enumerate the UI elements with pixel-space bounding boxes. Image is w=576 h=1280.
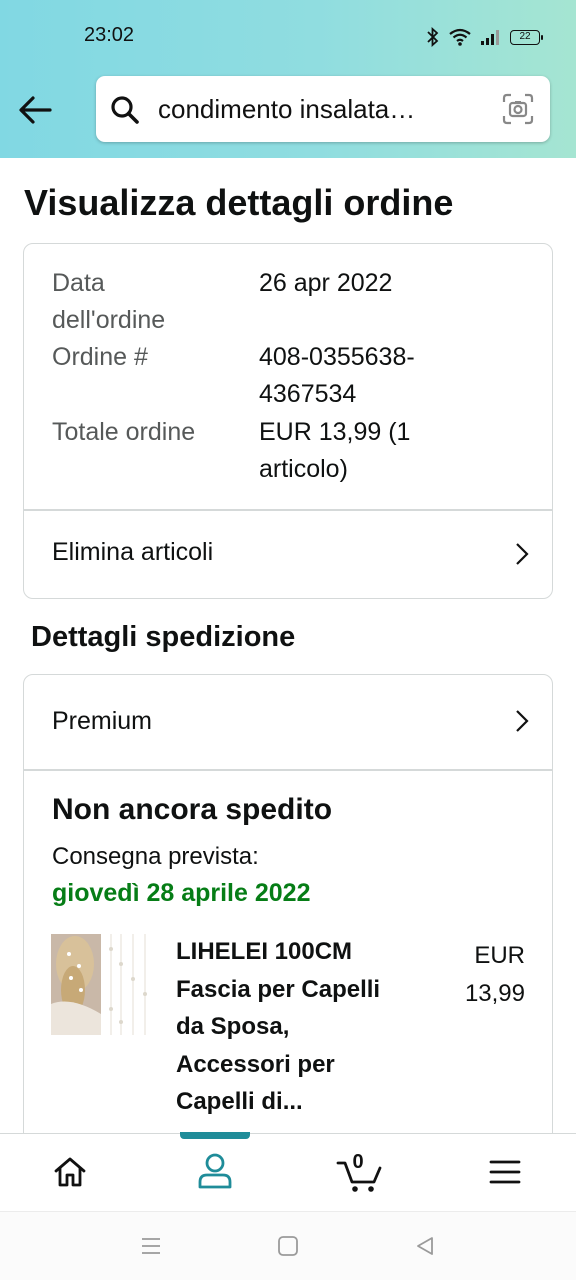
order-summary-card: Data dell'ordine 26 apr 2022 Ordine # 40… [23, 243, 553, 599]
price-amount: 13,99 [464, 979, 525, 1007]
order-total-value: EUR 13,99 (1 [259, 418, 411, 446]
account-icon [198, 1153, 232, 1189]
nav-home[interactable] [0, 1134, 144, 1212]
product-price: EUR 13,99 [465, 937, 525, 1012]
nav-menu[interactable] [432, 1134, 576, 1212]
shipping-section-title: Dettagli spedizione [31, 621, 296, 653]
delete-items-label: Elimina articoli [52, 538, 214, 566]
order-date-value: 26 apr 2022 [259, 269, 393, 297]
cart-icon [336, 1161, 382, 1192]
order-total-value-line2: articolo) [259, 455, 348, 483]
status-time: 23:02 [84, 24, 135, 46]
signal-icon [481, 30, 499, 45]
shipping-card: Premium Non ancora spedito Consegna prev… [23, 674, 553, 1194]
menu-icon [489, 1160, 521, 1184]
delivery-date: giovedì 28 aprile 2022 [52, 879, 311, 907]
product-title[interactable]: LIHELEI 100CM Fascia per Capelli da Spos… [176, 933, 416, 1121]
back-nav-icon[interactable] [414, 1235, 436, 1257]
product-image [51, 934, 152, 1035]
top-header: 23:02 22 condimento insalata… [0, 0, 576, 158]
home-icon [54, 1157, 86, 1187]
battery-icon: 22 [510, 29, 543, 45]
product-title-line: LIHELEI 100CM [176, 938, 353, 965]
page-title: Visualizza dettagli ordine [24, 182, 454, 223]
status-icons: 22 [426, 24, 543, 50]
price-currency: EUR [474, 942, 525, 969]
chevron-right-icon [516, 543, 529, 565]
product-title-line: Accessori per [176, 1050, 335, 1078]
shipping-method-label: Premium [52, 707, 153, 735]
search-bar[interactable]: condimento insalata… [96, 76, 550, 142]
order-number-value-line2: 4367534 [259, 380, 357, 408]
delivery-label: Consegna prevista: [52, 843, 259, 870]
back-button[interactable] [16, 92, 56, 128]
order-number-label: Ordine # [52, 343, 148, 371]
shipping-method-row[interactable]: Premium [24, 675, 552, 769]
product-title-line: da Sposa, [176, 1013, 290, 1040]
order-date-label: Data [52, 269, 105, 297]
search-input[interactable]: condimento insalata… [158, 94, 468, 125]
camera-scan-icon[interactable] [502, 93, 534, 125]
delete-items-row[interactable]: Elimina articoli [24, 511, 552, 598]
shipment-status: Non ancora spedito [52, 793, 333, 826]
bottom-nav: 0 [0, 1132, 576, 1212]
product-thumbnail[interactable] [51, 934, 152, 1035]
order-number-value: 408-0355638- [259, 343, 415, 371]
order-total-label: Totale ordine [52, 418, 196, 446]
product-title-line: Fascia per Capelli [176, 975, 381, 1003]
arrow-left-icon [19, 96, 52, 124]
nav-cart[interactable]: 0 [288, 1134, 432, 1212]
recent-apps-icon[interactable] [140, 1235, 162, 1257]
bluetooth-icon [427, 27, 439, 47]
nav-account[interactable] [144, 1134, 288, 1212]
system-nav-bar [0, 1211, 576, 1280]
order-date-label-line2: dell'ordine [52, 306, 166, 334]
product-title-line: Capelli di... [176, 1088, 303, 1115]
wifi-icon [449, 28, 471, 46]
chevron-right-icon [516, 710, 529, 732]
search-icon [111, 96, 139, 124]
divider [24, 769, 552, 771]
home-nav-icon[interactable] [277, 1235, 299, 1257]
